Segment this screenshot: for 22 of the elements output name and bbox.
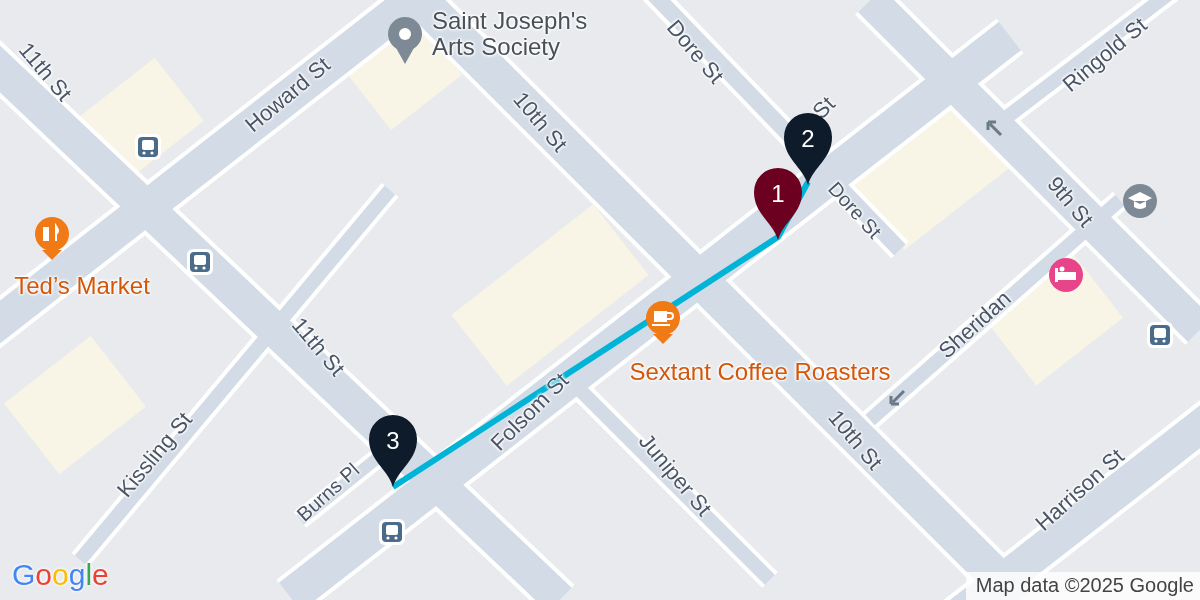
map-attribution[interactable]: Map data ©2025 Google (965, 572, 1200, 600)
street-label: 11th St (286, 313, 350, 381)
bus-icon[interactable] (135, 134, 161, 160)
pin-number: 3 (385, 427, 401, 455)
bus-icon[interactable] (1147, 322, 1173, 348)
bus-icon[interactable] (379, 519, 405, 545)
bed-icon[interactable] (1049, 258, 1083, 292)
coffee-cup-icon[interactable] (646, 301, 680, 344)
pin-number: 1 (770, 180, 786, 208)
one-way-arrow-icon (889, 389, 906, 406)
street-label: 9th St (1042, 172, 1098, 232)
location-pin-icon[interactable] (388, 17, 422, 64)
bus-icon[interactable] (187, 249, 213, 275)
place-label: Ted’s Market (14, 272, 150, 300)
street-label: St (808, 92, 840, 124)
one-way-arrow-icon (986, 120, 1003, 137)
pin-number: 2 (800, 125, 816, 153)
graduation-cap-icon[interactable] (1123, 184, 1157, 218)
restaurant-icon[interactable] (35, 217, 69, 260)
place-label: Sextant Coffee Roasters (629, 358, 891, 386)
street-label: 11th St (13, 38, 77, 106)
place-label: Saint Joseph's Arts Society (432, 8, 589, 61)
